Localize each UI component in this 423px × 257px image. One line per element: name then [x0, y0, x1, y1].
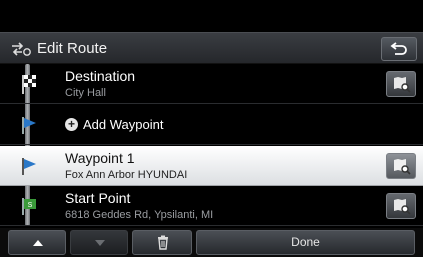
map-search-button[interactable] — [386, 153, 416, 179]
waypoint-flag-icon — [22, 158, 36, 175]
map-search-button[interactable] — [386, 71, 416, 97]
map-search-button[interactable] — [386, 193, 416, 219]
back-button[interactable] — [381, 37, 417, 61]
route-row-start-point[interactable]: S Start Point 6818 Geddes Rd, Ypsilanti,… — [0, 186, 423, 226]
trash-icon — [158, 235, 168, 250]
up-arrow-icon — [33, 240, 43, 246]
row-subtitle: Fox Ann Arbor HYUNDAI — [65, 169, 188, 181]
waypoint-flag-icon — [22, 117, 36, 134]
map-search-icon — [394, 159, 411, 175]
done-label: Done — [291, 235, 320, 249]
svg-text:S: S — [28, 202, 33, 209]
map-search-icon — [394, 77, 411, 93]
page-title: Edit Route — [37, 40, 108, 57]
move-up-button[interactable] — [8, 230, 66, 255]
move-down-button[interactable] — [70, 230, 128, 255]
checkered-flag-icon — [22, 75, 36, 94]
done-button[interactable]: Done — [196, 230, 415, 255]
add-waypoint-button[interactable]: + Add Waypoint — [65, 117, 163, 132]
row-subtitle: 6818 Geddes Rd, Ypsilanti, MI — [65, 209, 214, 221]
add-waypoint-row[interactable]: + Add Waypoint — [0, 105, 423, 145]
row-title: Destination — [65, 68, 136, 84]
route-row-waypoint-1[interactable]: Waypoint 1 Fox Ann Arbor HYUNDAI — [0, 146, 423, 186]
bottom-toolbar: Done — [0, 228, 423, 257]
delete-button[interactable] — [132, 230, 192, 255]
add-waypoint-label: Add Waypoint — [83, 117, 164, 132]
map-search-icon — [394, 199, 411, 215]
row-subtitle: City Hall — [65, 87, 106, 99]
row-title: Start Point — [65, 190, 131, 206]
down-arrow-icon — [95, 240, 105, 246]
route-list: Destination City Hall + Add Waypoint Way… — [0, 64, 423, 226]
plus-icon: + — [65, 118, 78, 131]
start-flag-icon: S — [22, 198, 36, 215]
back-icon — [390, 42, 407, 55]
route-row-destination[interactable]: Destination City Hall — [0, 64, 423, 104]
edit-route-icon — [12, 42, 31, 56]
row-title: Waypoint 1 — [65, 150, 135, 166]
title-bar: Edit Route — [0, 32, 423, 64]
